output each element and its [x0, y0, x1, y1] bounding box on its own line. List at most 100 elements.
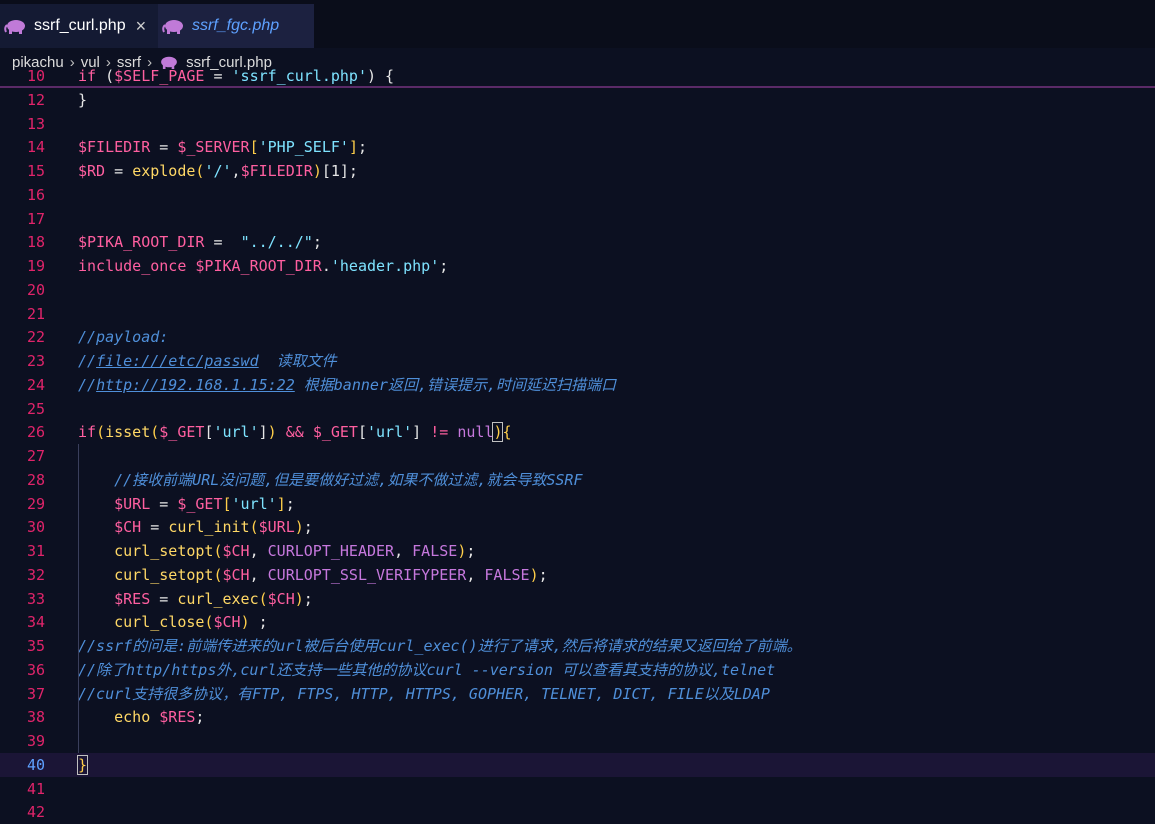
code-line[interactable]: 36 //除了http/https外,curl还支持一些其他的协议curl --v…	[0, 658, 1155, 682]
code-line[interactable]: 22 //payload:	[0, 325, 1155, 349]
code-token: $URL	[114, 494, 151, 513]
code-text: curl_setopt($CH, CURLOPT_SSL_VERIFYPEER,…	[78, 563, 548, 587]
code-token: )	[294, 518, 304, 537]
code-text: //ssrf的问是:前端传进来的url被后台使用curl_exec()进行了请求…	[78, 634, 802, 658]
code-token: =	[204, 233, 241, 252]
code-line[interactable]: 31 curl_setopt($CH, CURLOPT_HEADER, FALS…	[0, 539, 1155, 563]
code-token: ;	[303, 518, 313, 537]
code-line[interactable]: 16	[0, 183, 1155, 207]
code-line[interactable]: 30 $CH = curl_init($URL);	[0, 515, 1155, 539]
code-line[interactable]: 41	[0, 777, 1155, 801]
tab-label: ssrf_fgc.php	[192, 17, 280, 34]
code-text: if(isset($_GET['url']) && $_GET['url'] !…	[78, 420, 512, 444]
code-line[interactable]: 23 //file:///etc/passwd 读取文件	[0, 349, 1155, 373]
code-token: FALSE	[484, 565, 530, 584]
line-number: 16	[26, 185, 45, 204]
line-number: 29	[26, 494, 45, 513]
code-token: [	[321, 162, 331, 180]
code-token: //	[78, 352, 97, 370]
code-editor[interactable]: 10 if ($SELF_PAGE = 'ssrf_curl.php') {12}…	[0, 62, 1155, 824]
code-line[interactable]: 32 curl_setopt($CH, CURLOPT_SSL_VERIFYPE…	[0, 563, 1155, 587]
code-line[interactable]: 28 //接收前端URL没问题,但是要做好过滤,如果不做过滤,就会导致SSRF	[0, 468, 1155, 492]
code-line[interactable]: 38 echo $RES;	[0, 705, 1155, 729]
code-token: [	[249, 138, 259, 157]
code-token: .	[321, 257, 331, 275]
code-token: //payload:	[78, 328, 169, 347]
sticky-scroll-divider	[0, 86, 1155, 88]
code-token: ,	[249, 542, 268, 560]
code-line[interactable]: 20	[0, 278, 1155, 302]
code-token: //	[78, 375, 97, 394]
code-line[interactable]: 14 $FILEDIR = $_SERVER['PHP_SELF'];	[0, 135, 1155, 159]
code-line[interactable]: 17	[0, 207, 1155, 231]
code-line[interactable]: 37 //curl支持很多协议，有FTP, FTPS, HTTP, HTTPS, …	[0, 682, 1155, 706]
code-token: FALSE	[412, 542, 458, 560]
code-text: $FILEDIR = $_SERVER['PHP_SELF'];	[78, 135, 367, 159]
code-token: ;	[312, 233, 322, 252]
code-text: //payload:	[78, 325, 168, 349]
code-text: $PIKA_ROOT_DIR = "../../";	[78, 230, 322, 254]
close-icon[interactable]: ×	[136, 16, 147, 37]
code-line[interactable]: 29 $URL = $_GET['url'];	[0, 492, 1155, 516]
code-token: http://192.168.1.15:22	[96, 375, 295, 394]
code-line[interactable]: 21	[0, 302, 1155, 326]
code-line[interactable]: 42	[0, 800, 1155, 824]
code-token: ]	[412, 423, 431, 442]
code-token: =	[150, 138, 178, 157]
tab-ssrf-curl[interactable]: ssrf_curl.php ×	[0, 4, 158, 48]
tab-ssrf-fgc[interactable]: ssrf_fgc.php	[158, 4, 314, 48]
code-line[interactable]: 15 $RD = explode('/',$FILEDIR)[1];	[0, 159, 1155, 183]
breadcrumb-item-pikachu[interactable]: pikachu	[12, 54, 64, 71]
code-line[interactable]: 40}	[0, 752, 1155, 777]
breadcrumb-item-ssrf[interactable]: ssrf	[117, 54, 141, 71]
line-number: 20	[26, 280, 45, 299]
code-line[interactable]: 19 include_once $PIKA_ROOT_DIR.'header.ph…	[0, 254, 1155, 278]
code-token: CURLOPT_HEADER	[267, 542, 395, 560]
code-token: ]	[276, 494, 286, 513]
line-number: 21	[26, 304, 45, 323]
code-token: {	[502, 423, 512, 442]
line-number: 17	[26, 209, 45, 228]
chevron-right-icon: ›	[147, 53, 153, 71]
code-line[interactable]: 18 $PIKA_ROOT_DIR = "../../";	[0, 230, 1155, 254]
code-token: echo	[114, 708, 151, 727]
breadcrumb: pikachu › vul › ssrf › ssrf_curl.php	[0, 50, 1155, 74]
code-line[interactable]: 26 if(isset($_GET['url']) && $_GET['url']…	[0, 420, 1155, 444]
line-number: 22	[26, 328, 45, 347]
code-line[interactable]: 39	[0, 729, 1155, 753]
tab-label: ssrf_curl.php	[34, 17, 126, 34]
code-token: )	[312, 162, 322, 180]
code-token: )	[294, 589, 304, 608]
code-token: =	[150, 494, 178, 513]
code-line[interactable]: 12}	[0, 88, 1155, 112]
code-token: )	[240, 613, 250, 632]
code-line[interactable]: 27	[0, 444, 1155, 468]
code-line[interactable]: 35 //ssrf的问是:前端传进来的url被后台使用curl_exec()进行了…	[0, 634, 1155, 658]
code-text: }	[78, 88, 87, 112]
code-token: )	[267, 423, 277, 442]
code-text: $URL = $_GET['url'];	[78, 492, 295, 516]
code-line[interactable]: 33 $RES = curl_exec($CH);	[0, 587, 1155, 611]
code-token: (	[213, 542, 223, 560]
line-number: 38	[26, 708, 45, 727]
code-text: //http://192.168.1.15:22 根据banner返回,错误提示…	[78, 373, 616, 397]
code-line[interactable]: 25	[0, 397, 1155, 421]
code-token: $RES	[159, 708, 196, 727]
code-token: ;	[249, 613, 268, 632]
breadcrumb-item-vul[interactable]: vul	[81, 54, 100, 71]
code-line[interactable]: 24 //http://192.168.1.15:22 根据banner返回,错误…	[0, 373, 1155, 397]
code-token: =	[141, 518, 169, 537]
code-text: $CH = curl_init($URL);	[78, 515, 313, 539]
code-token: $CH	[222, 565, 250, 584]
code-token: $_GET	[312, 423, 358, 442]
breadcrumb-item-file[interactable]: ssrf_curl.php	[186, 54, 272, 71]
code-token: (	[150, 423, 160, 442]
code-token: !=	[430, 423, 449, 442]
code-token: ]	[258, 423, 268, 442]
code-line[interactable]: 13	[0, 112, 1155, 136]
code-line[interactable]: 34 curl_close($CH) ;	[0, 610, 1155, 634]
